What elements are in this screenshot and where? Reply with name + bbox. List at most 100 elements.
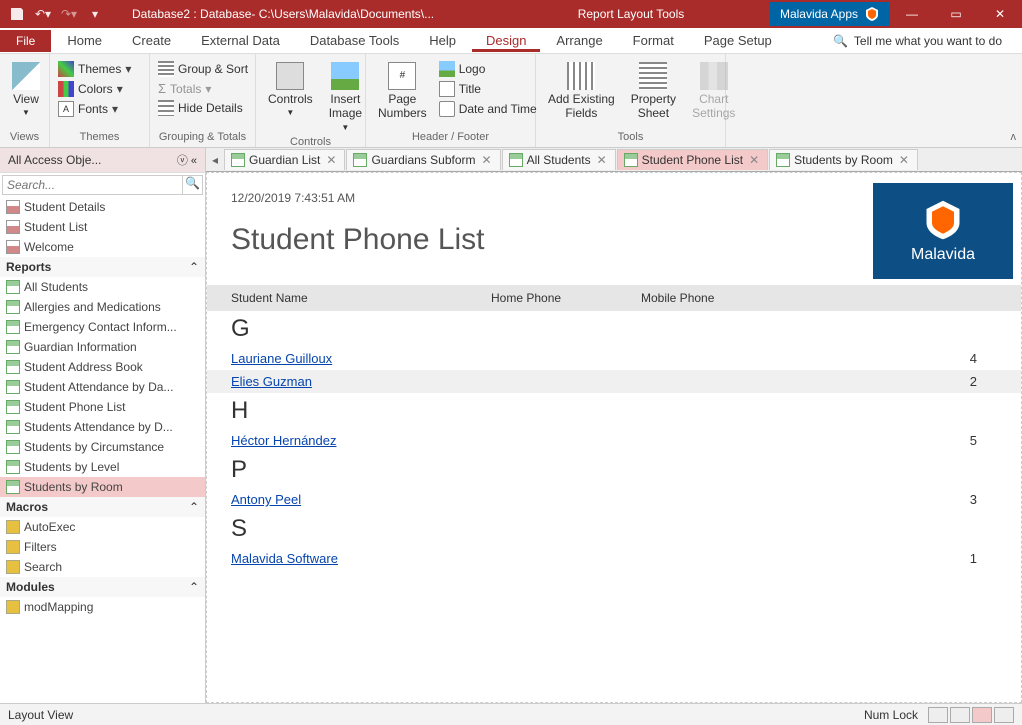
chevron-up-icon: ⌃ [189,260,199,274]
menu-help[interactable]: Help [415,29,470,52]
report-canvas[interactable]: 12/20/2019 7:43:51 AM Student Phone List… [206,172,1022,703]
save-icon[interactable] [8,5,26,23]
nav-item-module[interactable]: modMapping [0,597,205,617]
close-button[interactable]: ✕ [978,0,1022,28]
add-fields-button[interactable]: Add Existing Fields [542,60,621,123]
context-tab-title: Report Layout Tools [492,7,770,21]
nav-item-report[interactable]: Allergies and Medications [0,297,205,317]
layout-view-button[interactable] [972,707,992,723]
student-name-link[interactable]: Malavida Software [231,551,491,566]
nav-header[interactable]: All Access Obje...ⓥ « [0,148,205,173]
close-tab-icon[interactable]: ✕ [897,153,911,167]
nav-category-macros[interactable]: Macros⌃ [0,497,205,517]
doc-tab[interactable]: Guardians Subform✕ [346,149,500,170]
nav-item-report[interactable]: All Students [0,277,205,297]
row-number: 5 [970,433,997,448]
doc-tab[interactable]: All Students✕ [502,149,616,170]
report-icon [6,360,20,374]
fonts-button[interactable]: AFonts▾ [56,100,133,118]
menu-design[interactable]: Design [472,29,540,52]
row-number: 2 [970,374,997,389]
form-icon [6,200,20,214]
file-menu[interactable]: File [0,30,51,52]
menu-external-data[interactable]: External Data [187,29,294,52]
nav-item-macro[interactable]: Filters [0,537,205,557]
nav-item-macro[interactable]: AutoExec [0,517,205,537]
report-icon [776,153,790,167]
menu-database-tools[interactable]: Database Tools [296,29,413,52]
doc-tab[interactable]: Student Phone List✕ [617,149,768,170]
report-icon [6,340,20,354]
qat-customize-icon[interactable]: ▾ [86,5,104,23]
nav-item-report[interactable]: Student Address Book [0,357,205,377]
close-tab-icon[interactable]: ✕ [595,153,609,167]
insert-image-button[interactable]: Insert Image▼ [323,60,368,134]
student-name-link[interactable]: Héctor Hernández [231,433,491,448]
close-tab-icon[interactable]: ✕ [480,153,494,167]
tell-me-search[interactable]: 🔍 Tell me what you want to do [833,34,1022,48]
tab-scroll-left-icon[interactable]: ◂ [206,153,224,167]
nav-item-report[interactable]: Students Attendance by D... [0,417,205,437]
nav-item-report[interactable]: Guardian Information [0,337,205,357]
nav-item-form[interactable]: Student List [0,217,205,237]
print-preview-button[interactable] [950,707,970,723]
nav-item-report[interactable]: Student Phone List [0,397,205,417]
view-button[interactable]: View▼ [6,60,46,120]
student-name-link[interactable]: Lauriane Guilloux [231,351,491,366]
nav-item-report[interactable]: Students by Room [0,477,205,497]
property-sheet-button[interactable]: Property Sheet [625,60,682,123]
report-group-header: G [207,311,1021,347]
title-button[interactable]: Title [437,80,539,98]
redo-icon[interactable]: ↷▾ [60,5,78,23]
student-name-link[interactable]: Elies Guzman [231,374,491,389]
nav-category-reports[interactable]: Reports⌃ [0,257,205,277]
close-tab-icon[interactable]: ✕ [324,153,338,167]
nav-item-macro[interactable]: Search [0,557,205,577]
hide-details-button[interactable]: Hide Details [156,99,250,117]
nav-item-report[interactable]: Students by Circumstance [0,437,205,457]
undo-icon[interactable]: ↶▾ [34,5,52,23]
nav-category-modules[interactable]: Modules⌃ [0,577,205,597]
nav-item-form[interactable]: Welcome [0,237,205,257]
row-number: 4 [970,351,997,366]
totals-button[interactable]: ΣTotals▾ [156,80,250,97]
colors-icon [58,81,74,97]
report-icon [6,460,20,474]
close-tab-icon[interactable]: ✕ [747,153,761,167]
nav-item-report[interactable]: Students by Level [0,457,205,477]
student-name-link[interactable]: Antony Peel [231,492,491,507]
report-view-button[interactable] [928,707,948,723]
nav-item-report[interactable]: Emergency Contact Inform... [0,317,205,337]
menu-format[interactable]: Format [619,29,688,52]
sigma-icon: Σ [158,81,166,96]
themes-button[interactable]: Themes▾ [56,60,133,78]
nav-item-form[interactable]: Student Details [0,197,205,217]
menu-arrange[interactable]: Arrange [542,29,616,52]
status-view-mode: Layout View [8,708,73,722]
date-time-button[interactable]: Date and Time [437,100,539,118]
colors-button[interactable]: Colors▾ [56,80,133,98]
minimize-button[interactable]: — [890,0,934,28]
group-sort-button[interactable]: Group & Sort [156,60,250,78]
chevron-down-icon[interactable]: ⓥ « [177,152,197,168]
page-numbers-button[interactable]: #Page Numbers [372,60,433,123]
document-area: ◂ Guardian List✕Guardians Subform✕All St… [206,148,1022,703]
menu-page-setup[interactable]: Page Setup [690,29,786,52]
design-view-button[interactable] [994,707,1014,723]
app-badge: Malavida Apps [770,2,890,26]
doc-tab[interactable]: Students by Room✕ [769,149,918,170]
restore-button[interactable]: ▭ [934,0,978,28]
logo-button[interactable]: Logo [437,60,539,78]
controls-button[interactable]: Controls▼ [262,60,319,120]
menu-home[interactable]: Home [53,29,116,52]
property-sheet-icon [639,62,667,90]
search-icon[interactable]: 🔍 [182,176,202,194]
module-icon [6,600,20,614]
menu-create[interactable]: Create [118,29,185,52]
chart-settings-button[interactable]: Chart Settings [686,60,741,123]
collapse-ribbon-icon[interactable]: ʌ [1011,131,1017,143]
nav-search-input[interactable] [3,176,182,194]
doc-tab[interactable]: Guardian List✕ [224,149,345,170]
nav-item-report[interactable]: Student Attendance by Da... [0,377,205,397]
report-group-header: S [207,511,1021,547]
